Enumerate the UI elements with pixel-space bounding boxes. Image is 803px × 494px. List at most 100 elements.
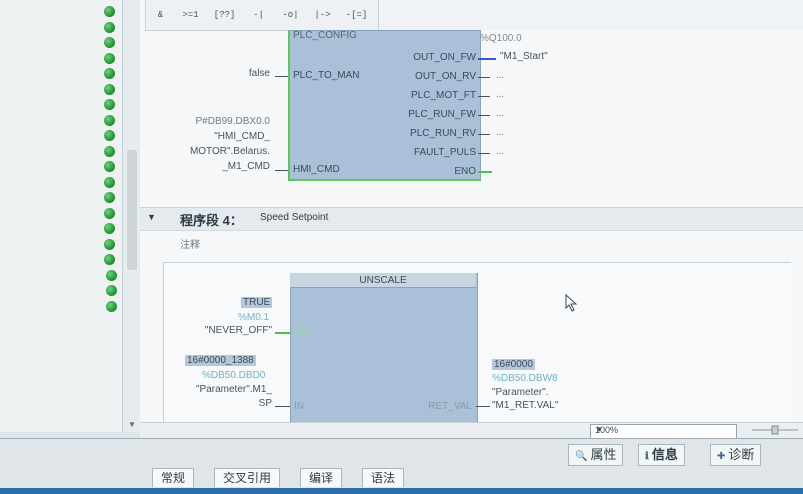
fault-puls-wire: [478, 153, 490, 154]
status-ok-icon: [104, 161, 115, 172]
ret-val-monitor-value: 16#0000: [492, 359, 535, 370]
status-ok-icon: [104, 83, 115, 95]
plc-mot-ft-value[interactable]: ...: [496, 89, 504, 100]
info-icon: ℹ: [645, 451, 649, 462]
pin-ret-val: RET_VAL: [428, 401, 472, 412]
out-on-fw-wire: [478, 58, 496, 60]
ret-val-tag-name-1[interactable]: "Parameter".: [492, 387, 549, 398]
en-monitor-value: TRUE: [241, 297, 273, 308]
pin-fault-puls: FAULT_PULS: [413, 147, 476, 158]
tree-scrollbar-thumb[interactable]: [127, 150, 137, 270]
status-ok-icon: [104, 176, 115, 188]
block-type-label: PLC_CONFIG: [293, 30, 357, 41]
diagnostics-icon: ✚: [717, 451, 726, 462]
status-ok-icon: [106, 300, 117, 312]
assignment-button[interactable]: |->: [310, 6, 335, 24]
tab-general[interactable]: 常规: [152, 468, 195, 487]
ret-val-address[interactable]: %DB50.DBW8: [492, 373, 558, 384]
contact-button[interactable]: -|: [246, 6, 271, 24]
negated-contact-button[interactable]: -o|: [278, 6, 303, 24]
collapse-arrow-icon[interactable]: ▼: [147, 212, 156, 222]
tab-compile[interactable]: 编译: [300, 468, 343, 487]
status-ok-icon: [104, 21, 115, 33]
status-ok-icon: [104, 52, 115, 64]
hmi-cmd-name-1[interactable]: "HMI_CMD_: [150, 131, 270, 142]
status-ok-icon: [104, 207, 115, 219]
pin-out-on-rv: OUT_ON_RV: [415, 71, 476, 82]
tab-properties[interactable]: 🔍 属性: [568, 444, 624, 466]
plc-run-rv-value[interactable]: ...: [496, 127, 504, 138]
status-ok-icon: [104, 130, 115, 141]
pin-plc-run-rv: PLC_RUN_RV: [410, 128, 476, 139]
en-wire: [275, 332, 290, 334]
network-4-comment[interactable]: 注释: [180, 236, 200, 251]
hmi-cmd-name-2[interactable]: MOTOR".Belarus.: [150, 146, 270, 157]
hmi-cmd-address[interactable]: P#DB99.DBX0.0: [150, 116, 271, 127]
pin-eno: ENO: [454, 166, 476, 177]
editor-header-area: [378, 0, 803, 30]
status-ok-icon: [104, 254, 115, 265]
status-ok-icon: [104, 6, 115, 17]
en-address[interactable]: %M0.1: [238, 312, 269, 323]
scroll-down-arrow-icon[interactable]: ▼: [127, 420, 137, 430]
taskbar: [0, 488, 803, 494]
status-ok-icon: [104, 145, 115, 157]
network-4-title: 程序段 4：: [180, 213, 243, 228]
status-ok-icon: [104, 37, 115, 48]
plc-to-man-value[interactable]: false: [200, 68, 270, 79]
status-ok-icon: [106, 285, 117, 296]
plc-mot-ft-wire: [478, 96, 490, 97]
tab-info[interactable]: ℹ 信息: [638, 444, 685, 466]
plc-run-rv-wire: [478, 134, 490, 135]
plc-run-fw-value[interactable]: ...: [496, 108, 504, 119]
or-box-button[interactable]: >=1: [178, 6, 203, 24]
in-wire: [275, 406, 290, 407]
in-monitor-value: 16#0000_1388: [185, 355, 256, 366]
chevron-down-icon[interactable]: ▼: [595, 425, 734, 434]
properties-icon: 🔍: [575, 451, 588, 462]
in-address[interactable]: %DB50.DBD0: [202, 370, 265, 381]
status-ok-icon: [104, 99, 115, 110]
empty-box-button[interactable]: [??]: [212, 6, 237, 24]
hmi-cmd-wire: [275, 170, 288, 171]
status-ok-icon: [104, 238, 115, 250]
zoom-slider[interactable]: [750, 425, 800, 435]
plc-to-man-wire: [275, 76, 288, 77]
pin-hmi-cmd: HMI_CMD: [293, 164, 340, 175]
out-on-fw-value[interactable]: "M1_Start": [500, 51, 548, 62]
status-ok-icon: [104, 68, 115, 79]
out-on-rv-wire: [478, 77, 490, 78]
and-box-button[interactable]: &: [148, 6, 173, 24]
status-ok-icon: [106, 269, 117, 281]
ret-val-tag-name-2[interactable]: "M1_RET.VAL": [492, 400, 558, 411]
tab-cross-reference[interactable]: 交叉引用: [214, 468, 281, 487]
status-ok-icon: [104, 114, 115, 126]
hmi-cmd-name-3[interactable]: _M1_CMD: [150, 161, 270, 172]
zoom-select[interactable]: 100% ▼: [590, 424, 737, 439]
status-ok-icon: [104, 192, 115, 203]
pin-plc-run-fw: PLC_RUN_FW: [408, 109, 476, 120]
pin-plc-mot-ft: PLC_MOT_FT: [410, 90, 476, 101]
ret-val-wire: [476, 406, 490, 407]
instruction-toolbar: & >=1 [??] -| -o| |-> -[=]: [145, 0, 379, 31]
in-tag-name-1[interactable]: "Parameter".M1_: [160, 384, 272, 395]
in-tag-name-2[interactable]: SP: [160, 398, 272, 409]
pin-out-on-fw: OUT_ON_FW: [413, 52, 476, 63]
top-output-address: %Q100.0: [480, 33, 522, 44]
pin-plc-to-man: PLC_TO_MAN: [293, 70, 360, 81]
pin-in: IN: [294, 401, 304, 412]
mouse-pointer-icon: [565, 294, 578, 312]
en-tag-name[interactable]: "NEVER_OFF": [170, 325, 272, 336]
unscale-block-name: UNSCALE: [359, 275, 407, 286]
network-4-description[interactable]: Speed Setpoint: [260, 212, 328, 223]
eno-wire: [478, 171, 492, 173]
out-on-rv-value[interactable]: ...: [496, 70, 504, 81]
tree-scrollbar[interactable]: ▼: [122, 0, 141, 432]
status-ok-icon: [104, 223, 115, 234]
tab-diagnostics[interactable]: ✚ 诊断: [710, 444, 762, 466]
fault-puls-value[interactable]: ...: [496, 146, 504, 157]
tab-syntax[interactable]: 语法: [362, 468, 405, 487]
set-output-button[interactable]: -[=]: [344, 6, 369, 24]
pin-en: EN: [294, 327, 308, 338]
plc-run-fw-wire: [478, 115, 490, 116]
